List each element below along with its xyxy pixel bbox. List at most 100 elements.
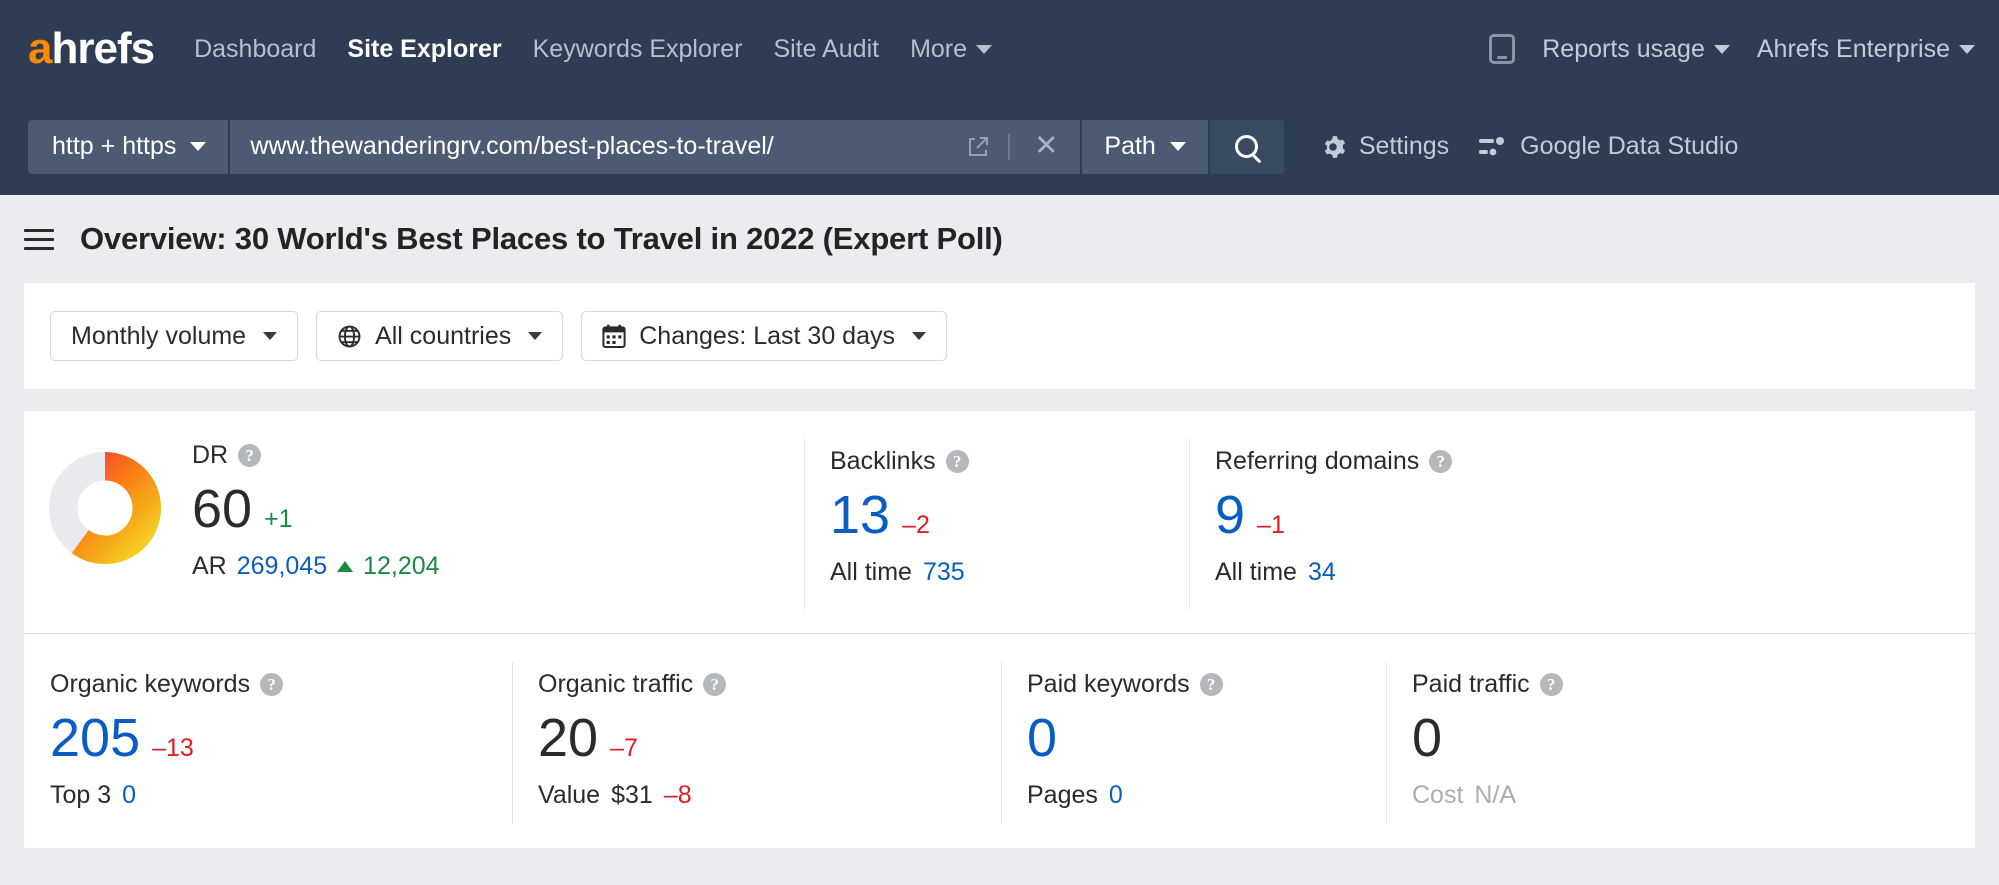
help-icon[interactable]: ? [1200,673,1223,696]
metric-organic-traffic-sub-label: Value [538,781,600,810]
metric-backlinks-sub: All time 735 [830,558,1189,587]
metric-paid-traffic-value-row: 0 [1412,709,1975,767]
metric-organic-keywords-label: Organic keywords [50,670,250,699]
search-submit-button[interactable] [1208,120,1284,174]
metric-organic-traffic-delta: –7 [610,734,638,763]
calendar-icon [602,324,626,349]
metric-paid-traffic-sub-value: N/A [1474,781,1516,810]
help-icon[interactable]: ? [1429,450,1452,473]
metric-paid-keywords-label-row: Paid keywords ? [1027,670,1386,699]
metric-ar-row: AR 269,045 12,204 [192,552,440,581]
metric-paid-traffic: Paid traffic ? 0 Cost N/A [1386,634,1975,848]
reports-usage-menu[interactable]: Reports usage [1542,35,1730,64]
metric-organic-traffic-sub-delta: –8 [664,781,692,810]
google-data-studio-button[interactable]: Google Data Studio [1479,132,1738,161]
metric-organic-keywords-value[interactable]: 205 [50,709,140,767]
settings-label: Settings [1359,132,1449,161]
external-link-icon[interactable] [966,135,990,159]
dr-donut-chart [48,451,162,565]
protocol-dropdown[interactable]: http + https [28,120,230,174]
metric-referring-domains: Referring domains ? 9 –1 All time 34 [1189,411,1975,633]
metric-organic-traffic-label-row: Organic traffic ? [538,670,1001,699]
metric-referring-domains-label-row: Referring domains ? [1215,447,1975,476]
account-menu[interactable]: Ahrefs Enterprise [1757,35,1975,64]
metric-backlinks-value-row: 13 –2 [830,486,1189,544]
metric-paid-keywords-value[interactable]: 0 [1027,709,1057,767]
metric-paid-traffic-value: 0 [1412,709,1442,767]
chevron-down-icon [190,142,206,151]
ahrefs-logo[interactable]: ahrefs [28,24,154,74]
chevron-down-icon [1959,45,1975,54]
search-icon [1235,135,1258,158]
nav-right-cluster: Reports usage Ahrefs Enterprise [1489,0,1975,98]
reports-usage-label: Reports usage [1542,35,1705,64]
scope-mode-label: Path [1104,132,1155,161]
metric-organic-traffic-sub-value: $31 [611,781,653,810]
metric-paid-keywords-sub: Pages 0 [1027,781,1386,810]
metric-organic-keywords-delta: –13 [152,734,194,763]
metric-organic-traffic-label: Organic traffic [538,670,693,699]
metric-backlinks-label-row: Backlinks ? [830,447,1189,476]
nav-item-keywords-explorer[interactable]: Keywords Explorer [533,35,743,64]
filter-country[interactable]: All countries [316,311,563,361]
hamburger-menu-icon[interactable] [24,225,54,254]
nav-item-dashboard[interactable]: Dashboard [194,35,316,64]
chevron-down-icon [1170,142,1186,151]
nav-item-more[interactable]: More [910,35,992,64]
metric-backlinks: Backlinks ? 13 –2 All time 735 [804,411,1189,633]
metric-paid-traffic-sub: Cost N/A [1412,781,1975,810]
metric-referring-domains-sub-value[interactable]: 34 [1308,558,1336,587]
filter-country-label: All countries [375,322,511,351]
metric-backlinks-sub-value[interactable]: 735 [923,558,965,587]
metric-dr-value-row: 60 +1 [192,480,440,538]
help-icon[interactable]: ? [703,673,726,696]
chevron-down-icon [912,332,926,340]
nav-item-site-audit[interactable]: Site Audit [773,35,879,64]
monitor-icon[interactable] [1489,34,1515,64]
search-bar: http + https www.thewanderingrv.com/best… [28,120,1284,174]
metric-referring-domains-label: Referring domains [1215,447,1419,476]
trend-up-icon [337,561,353,572]
metric-dr: DR ? 60 +1 AR 269,045 12,204 [24,411,804,633]
help-icon[interactable]: ? [260,673,283,696]
protocol-label: http + https [52,132,176,161]
metric-organic-traffic-value-row: 20 –7 [538,709,1001,767]
metric-referring-domains-sub: All time 34 [1215,558,1975,587]
filter-monthly-volume[interactable]: Monthly volume [50,311,298,361]
metric-ar-label: AR [192,552,227,581]
metrics-row-traffic: Organic keywords ? 205 –13 Top 3 0 Organ… [24,633,1975,848]
metric-backlinks-value[interactable]: 13 [830,486,890,544]
metric-organic-keywords-sub-value[interactable]: 0 [122,781,136,810]
metric-paid-keywords-sub-label: Pages [1027,781,1098,810]
settings-button[interactable]: Settings [1320,132,1449,161]
logo-text-hrefs: hrefs [51,24,154,74]
metric-paid-keywords-sub-value[interactable]: 0 [1109,781,1123,810]
metric-dr-label: DR [192,441,228,470]
filter-changes-period[interactable]: Changes: Last 30 days [581,311,947,361]
metric-organic-keywords-label-row: Organic keywords ? [50,670,512,699]
nav-item-site-explorer[interactable]: Site Explorer [347,35,501,64]
metric-ar-value[interactable]: 269,045 [237,552,327,581]
url-input[interactable]: www.thewanderingrv.com/best-places-to-tr… [250,132,966,161]
help-icon[interactable]: ? [946,450,969,473]
help-icon[interactable]: ? [238,444,261,467]
filter-card: Monthly volume All countries [24,283,1975,389]
help-icon[interactable]: ? [1540,673,1563,696]
metric-dr-delta: +1 [264,505,293,534]
scope-mode-dropdown[interactable]: Path [1080,120,1207,174]
globe-icon [337,324,362,349]
metric-organic-keywords-value-row: 205 –13 [50,709,512,767]
metric-backlinks-delta: –2 [902,511,930,540]
primary-nav-links: Dashboard Site Explorer Keywords Explore… [194,35,992,64]
metrics-card: DR ? 60 +1 AR 269,045 12,204 [24,411,1975,848]
app-root: ahrefs Dashboard Site Explorer Keywords … [0,0,1999,885]
metric-organic-traffic-sub: Value $31 –8 [538,781,1001,810]
page-title: Overview: 30 World's Best Places to Trav… [80,221,1003,257]
metric-paid-traffic-label-row: Paid traffic ? [1412,670,1975,699]
metric-organic-keywords-sub: Top 3 0 [50,781,512,810]
metric-referring-domains-value[interactable]: 9 [1215,486,1245,544]
metric-referring-domains-value-row: 9 –1 [1215,486,1975,544]
clear-url-icon[interactable]: ✕ [1028,132,1064,161]
metric-referring-domains-sub-label: All time [1215,558,1297,587]
gear-icon [1320,134,1346,160]
